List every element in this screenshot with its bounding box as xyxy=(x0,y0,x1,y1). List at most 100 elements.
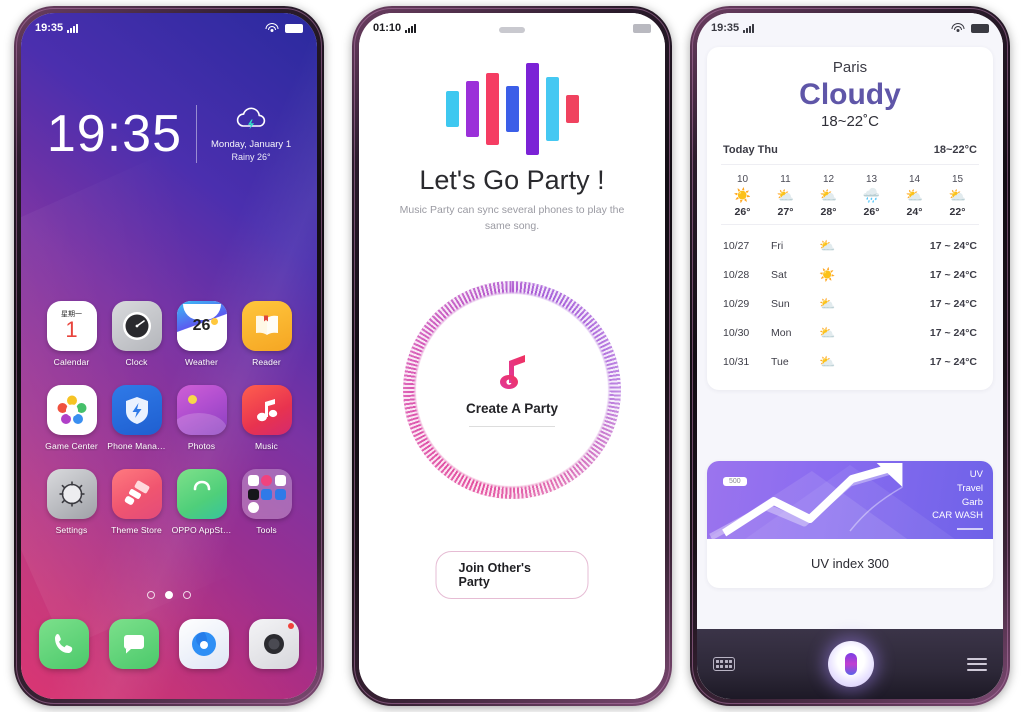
paint-roller-icon xyxy=(111,469,162,519)
lock-weather-widget[interactable]: Monday, January 1 Rainy 26° xyxy=(211,107,291,162)
table-row[interactable]: 10/31 Tue ⛅ 17 ~ 24°C xyxy=(723,347,977,376)
app-theme-store[interactable]: Theme Store xyxy=(106,469,168,535)
phone3-screen: 19:35 Paris Cloudy 18~22˚C Today Thu 18~… xyxy=(697,13,1003,699)
wifi-icon xyxy=(265,23,278,33)
uv-banner: 500 UV Travel Garb CAR WASH xyxy=(707,461,993,539)
uv-word: Travel xyxy=(956,482,983,494)
app-phone-manager[interactable]: Phone Mana… xyxy=(106,385,168,451)
message-bubble-icon[interactable] xyxy=(109,619,159,669)
create-party-button[interactable]: Create A Party xyxy=(403,281,621,499)
folder-tools-icon xyxy=(241,469,292,519)
partly-cloudy-icon: ⛅ xyxy=(948,187,967,203)
app-weather[interactable]: 26 Weather xyxy=(171,301,233,367)
create-party-label: Create A Party xyxy=(465,400,559,416)
hourly-item: 14 ⛅ 24° xyxy=(893,174,936,218)
music-note-icon xyxy=(500,354,525,389)
uv-word: Garb xyxy=(961,496,983,508)
status-right xyxy=(951,23,989,33)
app-label: OPPO AppSt… xyxy=(171,525,232,535)
app-settings[interactable]: Settings xyxy=(41,469,103,535)
phone-handset-icon[interactable] xyxy=(39,619,89,669)
day-range: 17 ~ 24°C xyxy=(929,355,977,368)
shield-bolt-icon xyxy=(111,385,162,435)
phone-device-music-party: 01:10 Let's Go Party ! Music Party can s… xyxy=(352,6,672,706)
phone1-screen: 19:35 19:35 Monday, January 1 Rainy 26° … xyxy=(21,13,317,699)
app-label: Theme Store xyxy=(111,525,162,535)
day-name: Tue xyxy=(771,355,789,368)
hour-temp: 22° xyxy=(949,206,966,218)
app-label: Weather xyxy=(184,357,219,367)
app-music[interactable]: Music xyxy=(236,385,298,451)
app-reader[interactable]: Reader xyxy=(236,301,298,367)
app-label: Clock xyxy=(125,357,148,367)
keyboard-icon[interactable] xyxy=(713,657,735,671)
partly-cloudy-icon: ⛅ xyxy=(819,295,836,311)
app-tools-folder[interactable]: Tools xyxy=(236,469,298,535)
hourly-item: 10 ☀️ 26° xyxy=(721,174,764,218)
microphone-icon[interactable] xyxy=(828,641,874,687)
app-label: Photos xyxy=(187,441,216,451)
page-dot[interactable] xyxy=(147,591,155,599)
app-photos[interactable]: Photos xyxy=(171,385,233,451)
hourly-forecast[interactable]: 10 ☀️ 26° 11 ⛅ 27° 12 ⛅ 28° 13 🌧️ 26° 14… xyxy=(721,165,979,225)
lock-clock-time: 19:35 xyxy=(46,105,183,163)
hamburger-menu-icon[interactable] xyxy=(967,657,987,671)
app-clock[interactable]: Clock xyxy=(106,301,168,367)
day-range: 17 ~ 24°C xyxy=(929,268,977,281)
app-game-center[interactable]: Game Center xyxy=(41,385,103,451)
table-row[interactable]: 10/29 Sun ⛅ 17 ~ 24°C xyxy=(723,289,977,318)
camera-badge xyxy=(288,623,294,629)
assistant-bar xyxy=(697,629,1003,699)
hour-label: 14 xyxy=(908,174,921,185)
hourly-item: 12 ⛅ 28° xyxy=(807,174,850,218)
uv-word: UV xyxy=(969,469,983,480)
page-indicator[interactable] xyxy=(21,591,317,599)
day-date: 10/29 xyxy=(723,297,750,310)
partly-cloudy-icon: ⛅ xyxy=(819,324,836,340)
sunny-icon: ☀️ xyxy=(819,266,836,282)
page-dot[interactable] xyxy=(183,591,191,599)
table-row[interactable]: 10/28 Sat ☀️ 17 ~ 24°C xyxy=(723,260,977,289)
app-label: Calendar xyxy=(53,357,90,367)
status-left: 19:35 xyxy=(711,22,755,34)
page-subtitle: Music Party can sync several phones to p… xyxy=(399,204,625,232)
day-date: 10/30 xyxy=(723,326,750,339)
eq-bar xyxy=(445,91,459,127)
hour-label: 13 xyxy=(865,174,878,185)
day-range: 17 ~ 24°C xyxy=(929,326,977,339)
table-row[interactable]: 10/30 Mon ⛅ 17 ~ 24°C xyxy=(723,318,977,347)
phone-device-home: 19:35 19:35 Monday, January 1 Rainy 26° … xyxy=(14,6,324,706)
app-oppo-appstore[interactable]: OPPO AppSt… xyxy=(171,469,233,535)
hourly-item: 13 🌧️ 26° xyxy=(850,174,893,218)
sunny-icon: ☀️ xyxy=(733,187,752,203)
table-row[interactable]: 10/27 Fri ⛅ 17 ~ 24°C xyxy=(723,231,977,260)
page-dot-active[interactable] xyxy=(165,591,173,599)
camera-icon[interactable] xyxy=(249,619,299,669)
app-label: Settings xyxy=(55,525,88,535)
status-right xyxy=(633,23,651,33)
shopping-bag-icon xyxy=(176,469,227,519)
rain-icon: 🌧️ xyxy=(862,187,881,203)
phone2-screen: 01:10 Let's Go Party ! Music Party can s… xyxy=(359,13,665,699)
status-left: 01:10 xyxy=(373,22,417,34)
today-label: Today Thu xyxy=(723,144,778,156)
weather-icon: 26 xyxy=(176,301,227,351)
uv-index-card[interactable]: 500 UV Travel Garb CAR WASH UV index 300 xyxy=(707,461,993,588)
hour-label: 10 xyxy=(736,174,749,185)
eq-bar xyxy=(545,77,559,141)
hour-temp: 26° xyxy=(734,206,751,218)
app-label: Game Center xyxy=(45,441,98,451)
app-calendar[interactable]: 星期一 1 Calendar xyxy=(41,301,103,367)
browser-icon[interactable] xyxy=(179,619,229,669)
dock xyxy=(39,619,299,669)
status-time: 19:35 xyxy=(711,22,740,34)
weather-main-card: Paris Cloudy 18~22˚C Today Thu 18~22°C 1… xyxy=(707,47,993,390)
game-center-star-icon xyxy=(46,385,97,435)
app-label: Phone Mana… xyxy=(107,441,166,451)
day-name: Mon xyxy=(771,326,792,339)
sun-dot-icon xyxy=(210,318,218,325)
join-party-button[interactable]: Join Other's Party xyxy=(435,551,589,599)
eq-bar xyxy=(465,81,479,137)
eq-bar xyxy=(505,86,519,132)
day-name: Sun xyxy=(771,297,790,310)
